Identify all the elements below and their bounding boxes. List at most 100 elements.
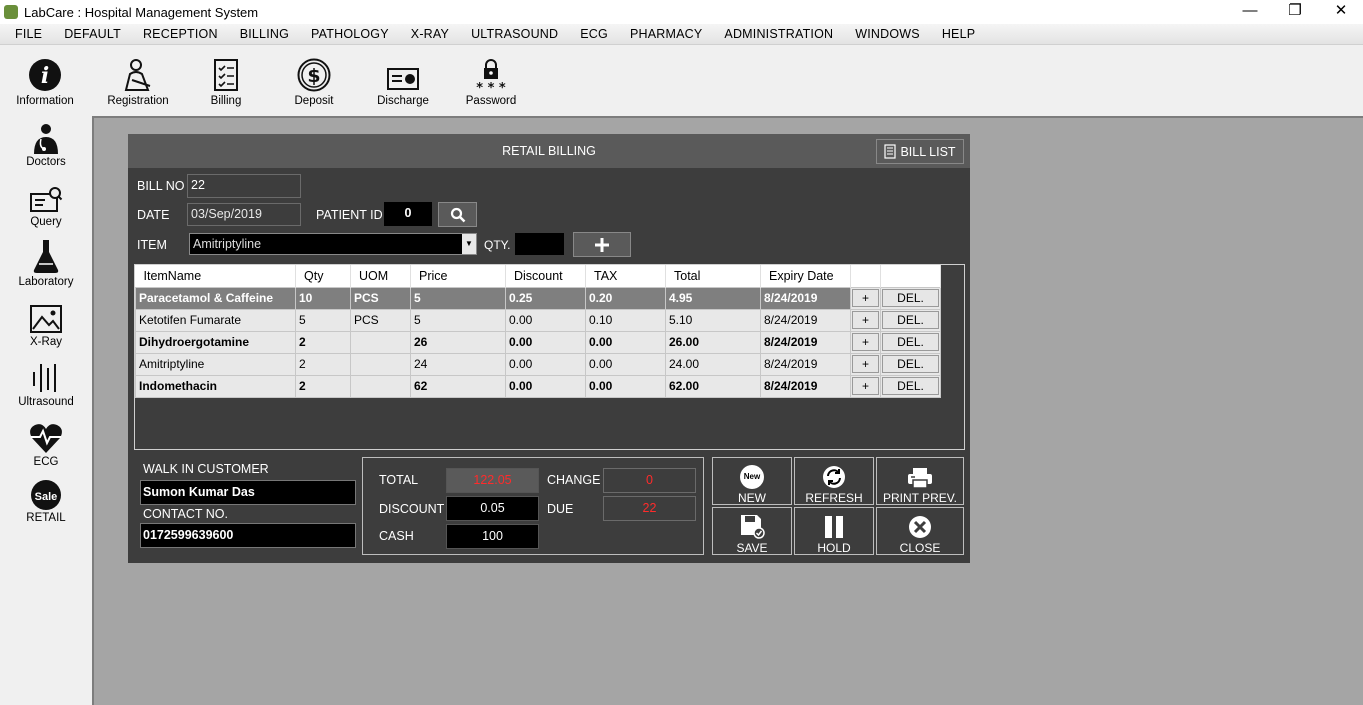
table-row[interactable]: Ketotifen Fumarate 5 PCS 5 0.00 0.10 5.1… — [135, 308, 941, 332]
cell-qty[interactable]: 2 — [295, 352, 351, 376]
cell-qty[interactable]: 2 — [295, 330, 351, 354]
row-delete-button[interactable]: DEL. — [882, 289, 939, 307]
refresh-button[interactable]: REFRESH — [794, 457, 874, 505]
menu-default[interactable]: DEFAULT — [53, 27, 132, 41]
menu-pathology[interactable]: PATHOLOGY — [300, 27, 400, 41]
close-button[interactable]: CLOSE — [876, 507, 964, 555]
maximize-button[interactable]: ❐ — [1272, 0, 1318, 24]
cell-discount[interactable]: 0.00 — [505, 374, 586, 398]
cell-discount[interactable]: 0.00 — [505, 308, 586, 332]
cell-total[interactable]: 62.00 — [665, 374, 761, 398]
menu-billing[interactable]: BILLING — [229, 27, 300, 41]
sidebar-item-laboratory[interactable]: Laboratory — [0, 238, 92, 288]
menu-pharmacy[interactable]: PHARMACY — [619, 27, 713, 41]
print-preview-button[interactable]: PRINT PREV. — [876, 457, 964, 505]
table-row[interactable]: Dihydroergotamine 2 26 0.00 0.00 26.00 8… — [135, 330, 941, 354]
cell-tax[interactable]: 0.20 — [585, 286, 666, 310]
row-delete-button[interactable]: DEL. — [882, 333, 939, 351]
cell-expiry[interactable]: 8/24/2019 — [760, 330, 851, 354]
hold-button[interactable]: HOLD — [794, 507, 874, 555]
row-delete-button[interactable]: DEL. — [882, 355, 939, 373]
minimize-button[interactable]: — — [1227, 0, 1273, 24]
cell-tax[interactable]: 0.00 — [585, 374, 666, 398]
toolbar-billing-button[interactable]: Billing — [181, 56, 271, 107]
cell-discount[interactable]: 0.00 — [505, 352, 586, 376]
table-row[interactable]: Paracetamol & Caffeine 10 PCS 5 0.25 0.2… — [135, 286, 941, 310]
date-field[interactable]: 03/Sep/2019 — [187, 203, 301, 226]
cell-price[interactable]: 5 — [410, 308, 506, 332]
add-item-button[interactable] — [573, 232, 631, 257]
cell-uom[interactable]: PCS — [350, 308, 411, 332]
cell-total[interactable]: 5.10 — [665, 308, 761, 332]
contact-no-field[interactable]: 0172599639600 — [140, 523, 356, 548]
menu-help[interactable]: HELP — [931, 27, 986, 41]
customer-name-field[interactable]: Sumon Kumar Das — [140, 480, 356, 505]
col-header-itemname[interactable]: ItemName — [135, 265, 296, 287]
sidebar-item-xray[interactable]: X-Ray — [0, 298, 92, 348]
sidebar-item-retail[interactable]: Sale RETAIL — [0, 478, 92, 524]
toolbar-registration-button[interactable]: Registration — [93, 56, 183, 107]
row-plus-button[interactable]: + — [852, 289, 879, 307]
cell-total[interactable]: 24.00 — [665, 352, 761, 376]
sidebar-item-ecg[interactable]: ECG — [0, 418, 92, 468]
new-button[interactable]: New NEW — [712, 457, 792, 505]
sidebar-item-ultrasound[interactable]: Ultrasound — [0, 358, 92, 408]
menu-file[interactable]: FILE — [4, 27, 53, 41]
sidebar-item-doctors[interactable]: Doctors — [0, 118, 92, 168]
table-row[interactable]: Amitriptyline 2 24 0.00 0.00 24.00 8/24/… — [135, 352, 941, 376]
bill-list-button[interactable]: BILL LIST — [876, 139, 964, 164]
cell-expiry[interactable]: 8/24/2019 — [760, 308, 851, 332]
cash-field[interactable]: 100 — [446, 524, 539, 549]
cell-tax[interactable]: 0.00 — [585, 330, 666, 354]
save-button[interactable]: SAVE — [712, 507, 792, 555]
toolbar-discharge-button[interactable]: Discharge — [358, 56, 448, 107]
qty-field[interactable] — [515, 233, 564, 255]
menu-administration[interactable]: ADMINISTRATION — [713, 27, 844, 41]
col-header-uom[interactable]: UOM — [350, 265, 411, 287]
col-header-discount[interactable]: Discount — [505, 265, 586, 287]
col-header-tax[interactable]: TAX — [585, 265, 666, 287]
cell-discount[interactable]: 0.25 — [505, 286, 586, 310]
cell-itemname[interactable]: Ketotifen Fumarate — [135, 308, 296, 332]
cell-uom[interactable] — [350, 330, 411, 354]
toolbar-deposit-button[interactable]: $ Deposit — [269, 56, 359, 107]
cell-itemname[interactable]: Paracetamol & Caffeine — [135, 286, 296, 310]
col-header-expiry[interactable]: Expiry Date — [760, 265, 851, 287]
cell-total[interactable]: 26.00 — [665, 330, 761, 354]
patient-id-field[interactable]: 0 — [384, 202, 432, 226]
row-plus-button[interactable]: + — [852, 377, 879, 395]
cell-uom[interactable] — [350, 352, 411, 376]
item-select[interactable]: Amitriptyline ▼ — [189, 233, 477, 255]
cell-price[interactable]: 24 — [410, 352, 506, 376]
menu-reception[interactable]: RECEPTION — [132, 27, 229, 41]
discount-field[interactable]: 0.05 — [446, 496, 539, 521]
table-row[interactable]: Indomethacin 2 62 0.00 0.00 62.00 8/24/2… — [135, 374, 941, 398]
toolbar-information-button[interactable]: i Information — [0, 56, 90, 107]
toolbar-password-button[interactable]: * * * Password — [446, 56, 536, 107]
cell-price[interactable]: 62 — [410, 374, 506, 398]
cell-discount[interactable]: 0.00 — [505, 330, 586, 354]
col-header-total[interactable]: Total — [665, 265, 761, 287]
close-window-button[interactable]: ✕ — [1318, 0, 1363, 24]
cell-total[interactable]: 4.95 — [665, 286, 761, 310]
cell-price[interactable]: 5 — [410, 286, 506, 310]
dropdown-arrow-icon[interactable]: ▼ — [462, 234, 476, 254]
row-plus-button[interactable]: + — [852, 355, 879, 373]
cell-qty[interactable]: 10 — [295, 286, 351, 310]
cell-itemname[interactable]: Amitriptyline — [135, 352, 296, 376]
cell-price[interactable]: 26 — [410, 330, 506, 354]
row-plus-button[interactable]: + — [852, 311, 879, 329]
cell-tax[interactable]: 0.10 — [585, 308, 666, 332]
patient-search-button[interactable] — [438, 202, 477, 227]
col-header-qty[interactable]: Qty — [295, 265, 351, 287]
cell-itemname[interactable]: Dihydroergotamine — [135, 330, 296, 354]
cell-expiry[interactable]: 8/24/2019 — [760, 352, 851, 376]
row-delete-button[interactable]: DEL. — [882, 377, 939, 395]
menu-ecg[interactable]: ECG — [569, 27, 619, 41]
sidebar-item-query[interactable]: Query — [0, 178, 92, 228]
row-plus-button[interactable]: + — [852, 333, 879, 351]
menu-xray[interactable]: X-RAY — [400, 27, 460, 41]
cell-tax[interactable]: 0.00 — [585, 352, 666, 376]
menu-windows[interactable]: WINDOWS — [844, 27, 931, 41]
cell-uom[interactable]: PCS — [350, 286, 411, 310]
